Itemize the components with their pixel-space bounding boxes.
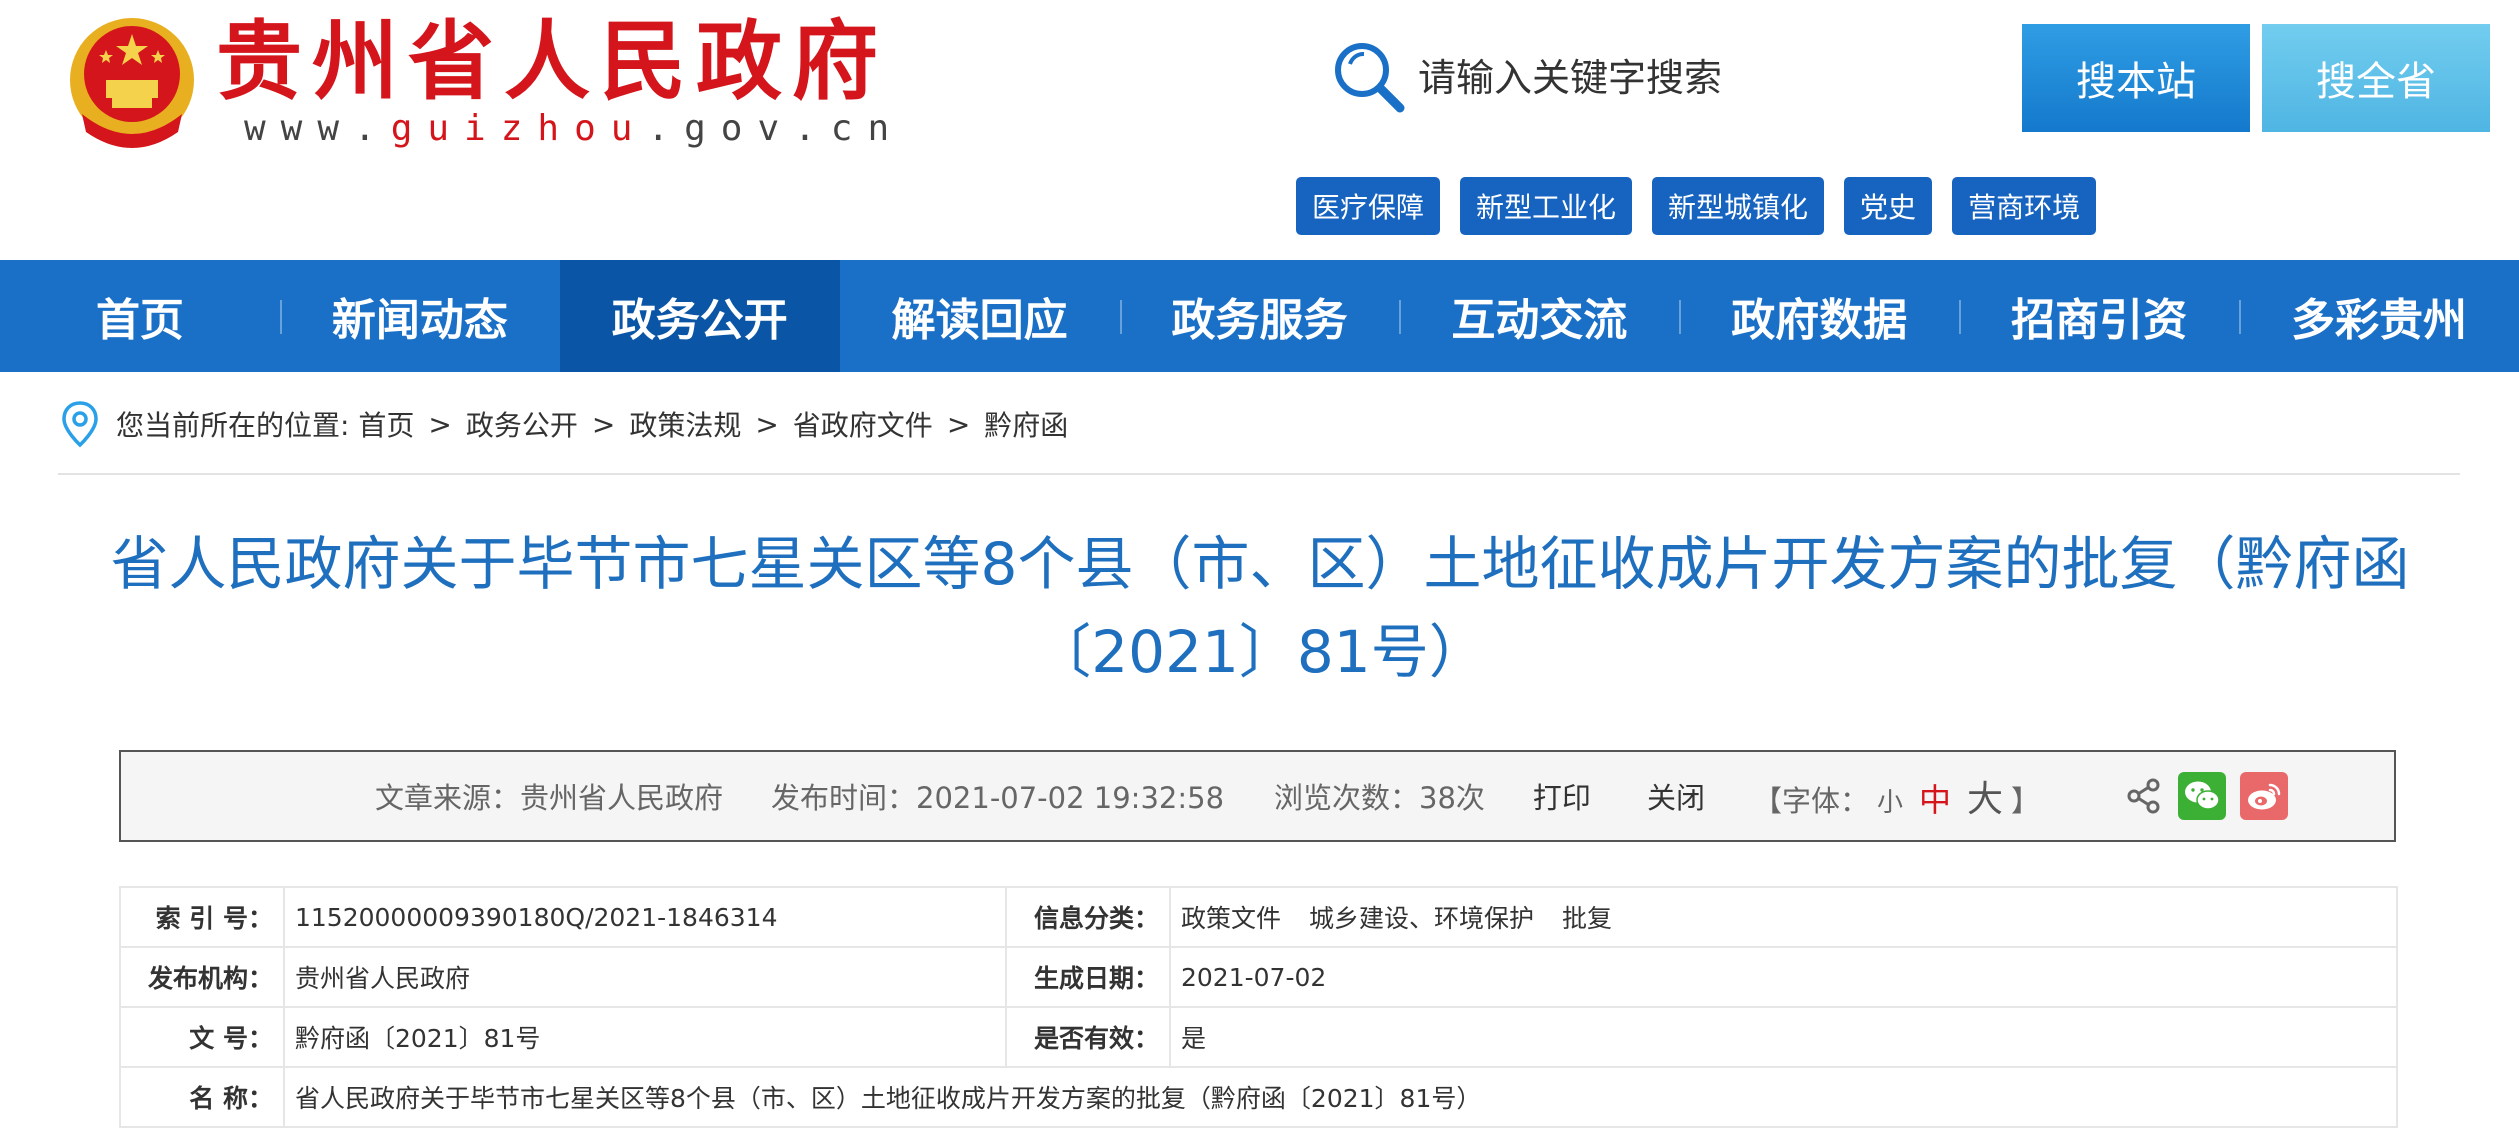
breadcrumb-item-qianfuhan[interactable]: 黔府函: [984, 404, 1068, 444]
font-size-suffix: 】: [2011, 784, 2041, 818]
document-number-value: 黔府函〔2021〕81号: [283, 1006, 1007, 1068]
breadcrumb-divider: [58, 473, 2460, 475]
document-meta-table: 索 引 号： 11520000009390180Q/2021-1846314 信…: [119, 886, 2398, 1128]
category-value-1: 政策文件: [1181, 904, 1282, 933]
nav-item-interaction[interactable]: 互动交流: [1399, 260, 1679, 372]
search-province-button[interactable]: 搜全省: [2262, 24, 2490, 132]
table-row: 名 称： 省人民政府关于毕节市七星关区等8个县（市、区）土地征收成片开发方案的批…: [119, 1066, 2398, 1128]
share-icon[interactable]: [2124, 776, 2164, 816]
site-url: www.guizhou.gov.cn: [244, 108, 904, 149]
font-size-prefix: 【字体：: [1752, 784, 1869, 818]
table-row: 文 号： 黔府函〔2021〕81号 是否有效： 是: [119, 1006, 2398, 1068]
font-size-large-button[interactable]: 大: [1967, 770, 2003, 822]
wechat-share-icon[interactable]: [2178, 772, 2227, 820]
weibo-share-icon[interactable]: [2240, 772, 2289, 820]
site-url-highlight: guizhou: [390, 108, 648, 149]
document-number-label: 文 号：: [119, 1006, 285, 1068]
validity-value: 是: [1169, 1006, 2398, 1068]
hot-tags: 医疗保障 新型工业化 新型城镇化 党史 营商环境: [1296, 177, 2097, 235]
close-button[interactable]: 关闭: [1647, 775, 1705, 817]
nav-item-gov-services[interactable]: 政务服务: [1119, 260, 1400, 372]
breadcrumb-item-policies[interactable]: 政策法规: [629, 404, 741, 444]
index-number-value: 11520000009390180Q/2021-1846314: [283, 886, 1007, 948]
site-header: 贵州省人民政府 www.guizhou.gov.cn 搜本站 搜全省 医疗保障 …: [0, 0, 2519, 260]
search-input[interactable]: [1418, 48, 1978, 108]
hot-tag-party-history[interactable]: 党史: [1844, 177, 1933, 235]
nav-item-colorful-guizhou[interactable]: 多彩贵州: [2239, 260, 2519, 372]
category-value-3: 批复: [1562, 904, 1613, 933]
article-info-bar: 文章来源：贵州省人民政府 发布时间：2021-07-02 19:32:58 浏览…: [119, 750, 2396, 842]
breadcrumb-item-home[interactable]: 首页: [358, 404, 414, 444]
view-count: 浏览次数：38次: [1274, 781, 1485, 815]
category-value: 政策文件 城乡建设、环境保护 批复: [1169, 886, 2398, 948]
search-site-button[interactable]: 搜本站: [2022, 24, 2250, 132]
location-pin-icon: [62, 401, 98, 448]
font-size-medium-button[interactable]: 中: [1919, 775, 1951, 821]
site-url-prefix: www.: [244, 108, 391, 149]
generated-date-value: 2021-07-02: [1169, 946, 2398, 1008]
category-label: 信息分类：: [1005, 886, 1171, 948]
site-url-suffix: .gov.cn: [647, 108, 905, 149]
article-source: 文章来源：贵州省人民政府: [375, 781, 724, 815]
hot-tag-new-urbanization[interactable]: 新型城镇化: [1652, 177, 1825, 235]
hot-tag-medical-insurance[interactable]: 医疗保障: [1296, 177, 1441, 235]
nav-item-home[interactable]: 首页: [0, 260, 280, 372]
font-size-control: 【字体： 小 中 大 】: [1753, 770, 2040, 822]
table-row: 索 引 号： 11520000009390180Q/2021-1846314 信…: [119, 886, 2398, 948]
nav-item-news[interactable]: 新闻动态: [279, 260, 560, 372]
category-value-2: 城乡建设、环境保护: [1309, 904, 1535, 933]
breadcrumb-item-gov-affairs-open[interactable]: 政务公开: [466, 404, 578, 444]
breadcrumb: 您当前所在的位置: 首页 > 政务公开 > 政策法规 > 省政府文件 > 黔府函: [60, 396, 1068, 452]
main-nav: 首页 新闻动态 政务公开 解读回应 政务服务 互动交流 政府数据 招商引资 多彩…: [0, 260, 2519, 372]
publisher-label: 发布机构：: [119, 946, 285, 1008]
validity-label: 是否有效：: [1005, 1006, 1171, 1068]
nav-item-investment[interactable]: 招商引资: [1959, 260, 2239, 372]
index-number-label: 索 引 号：: [119, 886, 285, 948]
generated-date-label: 生成日期：: [1005, 946, 1171, 1008]
breadcrumb-item-provincial-documents[interactable]: 省政府文件: [793, 404, 933, 444]
weibo-logo-icon: [2248, 783, 2281, 810]
document-name-value: 省人民政府关于毕节市七星关区等8个县（市、区）土地征收成片开发方案的批复（黔府函…: [283, 1066, 2398, 1128]
table-row: 发布机构： 贵州省人民政府 生成日期： 2021-07-02: [119, 946, 2398, 1008]
site-title[interactable]: 贵州省人民政府: [216, 12, 888, 112]
breadcrumb-separator: >: [428, 407, 452, 441]
breadcrumb-separator: >: [946, 407, 971, 441]
breadcrumb-separator: >: [591, 407, 616, 441]
breadcrumb-separator: >: [755, 407, 779, 441]
publish-time: 发布时间：2021-07-02 19:32:58: [771, 781, 1225, 815]
publisher-value: 贵州省人民政府: [283, 946, 1007, 1008]
nav-item-interpretation[interactable]: 解读回应: [840, 260, 1120, 372]
hot-tag-business-environment[interactable]: 营商环境: [1952, 177, 2097, 235]
national-emblem-icon[interactable]: [62, 14, 202, 154]
search-icon[interactable]: [1328, 36, 1408, 116]
document-name-label: 名 称：: [119, 1066, 285, 1128]
breadcrumb-prefix: 您当前所在的位置:: [116, 409, 350, 442]
hot-tag-new-industrialization[interactable]: 新型工业化: [1460, 177, 1633, 235]
document-title: 省人民政府关于毕节市七星关区等8个县（市、区）土地征收成片开发方案的批复（黔府函…: [110, 530, 2410, 686]
nav-item-gov-data[interactable]: 政府数据: [1679, 260, 1959, 372]
print-button[interactable]: 打印: [1533, 775, 1591, 817]
nav-item-gov-affairs-open[interactable]: 政务公开: [559, 260, 840, 372]
font-size-small-button[interactable]: 小: [1877, 782, 1903, 819]
wechat-logo-icon: [2185, 781, 2220, 810]
